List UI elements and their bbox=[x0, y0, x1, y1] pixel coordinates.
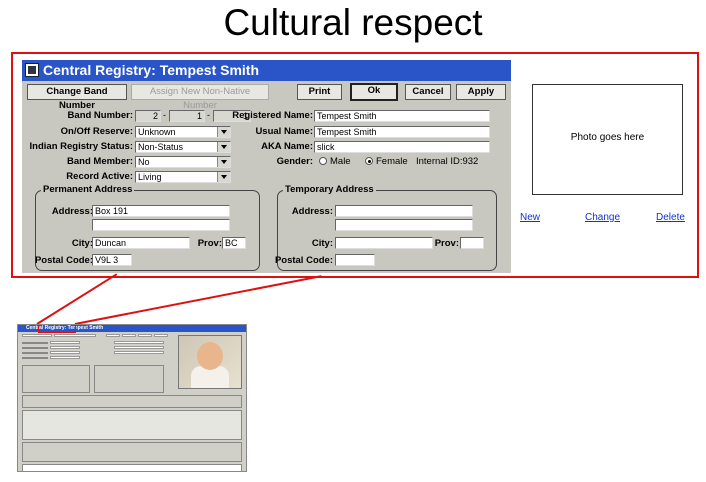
gender-female-radio[interactable] bbox=[365, 157, 373, 165]
chevron-down-icon bbox=[217, 142, 230, 152]
thumbnail-line bbox=[22, 357, 48, 359]
thumbnail-highlight bbox=[38, 325, 76, 333]
thumbnail-field bbox=[114, 341, 164, 344]
thumbnail-field bbox=[50, 346, 80, 349]
registered-name-label: Registered Name: bbox=[232, 110, 313, 121]
thumbnail-group bbox=[94, 365, 164, 393]
assign-non-native-number-button[interactable]: Assign New Non-Native Number bbox=[131, 84, 269, 111]
thumbnail-button bbox=[54, 334, 96, 337]
app-icon bbox=[25, 63, 39, 77]
ok-button[interactable]: Ok bbox=[350, 83, 398, 101]
band-number-part-2[interactable]: 1 bbox=[169, 110, 205, 122]
photo-placeholder-text: Photo goes here bbox=[570, 132, 645, 143]
thumbnail-group bbox=[22, 464, 242, 471]
perm-postal-label: Postal Code: bbox=[34, 255, 93, 266]
reserve-select[interactable]: Unknown bbox=[135, 126, 231, 138]
print-button[interactable]: Print bbox=[297, 84, 342, 100]
thumbnail-field bbox=[114, 346, 164, 349]
photo-new-link[interactable]: New bbox=[520, 212, 540, 223]
callout-line-right bbox=[74, 275, 322, 325]
thumbnail-field bbox=[114, 351, 164, 354]
temp-prov-field[interactable] bbox=[460, 237, 484, 249]
temp-prov-label: Prov: bbox=[434, 238, 459, 249]
temporary-address-title: Temporary Address bbox=[283, 184, 376, 195]
band-number-label: Band Number: bbox=[67, 110, 133, 121]
band-number-part-1[interactable]: 2 bbox=[135, 110, 161, 122]
thumbnail-field bbox=[50, 351, 80, 354]
permanent-address-title: Permanent Address bbox=[41, 184, 135, 195]
band-number-separator: - bbox=[207, 110, 210, 120]
chevron-down-icon bbox=[217, 172, 230, 182]
thumbnail-group bbox=[22, 395, 242, 408]
registry-status-label: Indian Registry Status: bbox=[29, 141, 133, 152]
thumbnail-button bbox=[122, 334, 136, 337]
usual-name-label: Usual Name: bbox=[255, 126, 313, 137]
cancel-button[interactable]: Cancel bbox=[405, 84, 451, 100]
photo-placeholder-box: Photo goes here bbox=[532, 84, 683, 195]
slide-title: Cultural respect bbox=[223, 2, 483, 43]
gender-male-radio[interactable] bbox=[319, 157, 327, 165]
registry-status-value: Non-Status bbox=[138, 142, 184, 152]
perm-prov-label: Prov: bbox=[197, 238, 222, 249]
thumbnail-line bbox=[22, 347, 48, 349]
internal-id: Internal ID:932 bbox=[416, 156, 479, 167]
thumbnail-group bbox=[22, 442, 242, 462]
chevron-down-icon bbox=[217, 127, 230, 137]
band-member-select[interactable]: No bbox=[135, 156, 231, 168]
photo-delete-link[interactable]: Delete bbox=[656, 212, 685, 223]
reserve-value: Unknown bbox=[138, 127, 176, 137]
perm-address-line2[interactable] bbox=[92, 219, 230, 231]
window-title: Central Registry: Tempest Smith bbox=[43, 62, 260, 78]
perm-city-field[interactable]: Duncan bbox=[92, 237, 190, 249]
band-member-value: No bbox=[138, 157, 150, 167]
change-band-number-button[interactable]: Change Band Number bbox=[27, 84, 127, 111]
perm-city-label: City: bbox=[71, 238, 93, 249]
thumbnail-group bbox=[22, 365, 90, 393]
aka-name-field[interactable]: slick bbox=[314, 141, 490, 153]
photo-change-link[interactable]: Change bbox=[585, 212, 620, 223]
perm-address-label: Address: bbox=[51, 206, 93, 217]
gender-female-label: Female bbox=[376, 156, 408, 167]
registry-window: Central Registry: Tempest Smith Change B… bbox=[22, 60, 511, 273]
thumbnail-line bbox=[22, 352, 48, 354]
thumbnail-line bbox=[22, 342, 48, 344]
temp-city-label: City: bbox=[311, 238, 333, 249]
thumbnail-table bbox=[22, 410, 242, 440]
thumbnail-button bbox=[138, 334, 152, 337]
temp-postal-label: Postal Code: bbox=[274, 255, 333, 266]
perm-prov-field[interactable]: BC bbox=[222, 237, 246, 249]
perm-address-line1[interactable]: Box 191 bbox=[92, 205, 230, 217]
thumbnail-button bbox=[22, 334, 52, 337]
thumbnail-photo bbox=[178, 335, 242, 389]
thumbnail-button bbox=[106, 334, 120, 337]
thumbnail-field bbox=[50, 341, 80, 344]
photo-subject-face bbox=[197, 342, 223, 370]
registry-status-select[interactable]: Non-Status bbox=[135, 141, 231, 153]
thumbnail-field bbox=[50, 356, 80, 359]
band-number-separator: - bbox=[163, 110, 166, 120]
reserve-label: On/Off Reserve: bbox=[60, 126, 133, 137]
thumbnail-button bbox=[154, 334, 168, 337]
temp-city-field[interactable] bbox=[335, 237, 433, 249]
window-titlebar: Central Registry: Tempest Smith bbox=[22, 60, 511, 81]
band-member-label: Band Member: bbox=[67, 156, 133, 167]
record-active-label: Record Active: bbox=[66, 171, 133, 182]
apply-button[interactable]: Apply bbox=[456, 84, 506, 100]
gender-male-label: Male bbox=[330, 156, 351, 167]
chevron-down-icon bbox=[217, 157, 230, 167]
registered-name-field[interactable]: Tempest Smith bbox=[314, 110, 490, 122]
usual-name-field[interactable]: Tempest Smith bbox=[314, 126, 490, 138]
gender-label: Gender: bbox=[276, 156, 313, 167]
temp-postal-field[interactable] bbox=[335, 254, 375, 266]
record-active-value: Living bbox=[138, 172, 162, 182]
temp-address-label: Address: bbox=[291, 206, 333, 217]
temp-address-line2[interactable] bbox=[335, 219, 473, 231]
perm-postal-field[interactable]: V9L 3 bbox=[92, 254, 132, 266]
temp-address-line1[interactable] bbox=[335, 205, 473, 217]
aka-name-label: AKA Name: bbox=[261, 141, 313, 152]
record-active-select[interactable]: Living bbox=[135, 171, 231, 183]
full-screen-thumbnail: Central Registry: Tempest Smith bbox=[17, 324, 247, 472]
